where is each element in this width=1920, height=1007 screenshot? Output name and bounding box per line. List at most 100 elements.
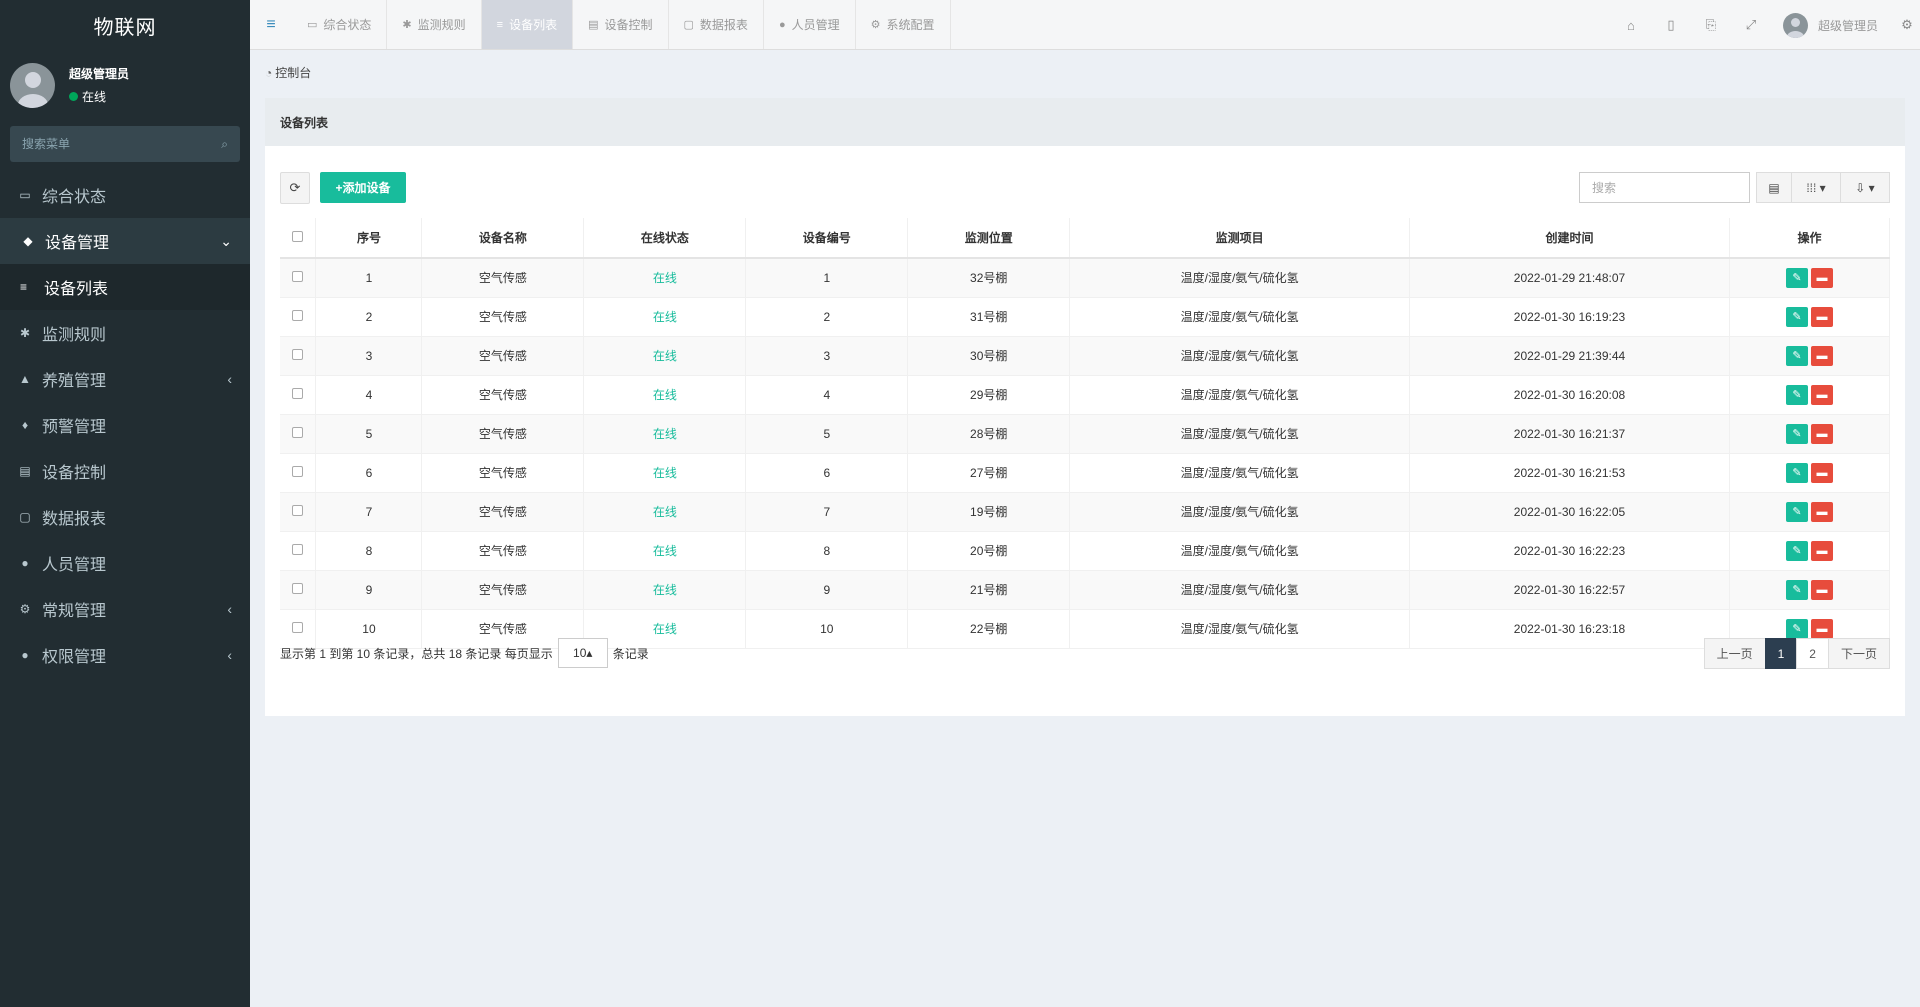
- prev-page-button[interactable]: 上一页: [1703, 638, 1766, 669]
- column-header[interactable]: 设备编号: [745, 218, 909, 259]
- table-search-input[interactable]: [1579, 172, 1750, 203]
- home-icon[interactable]: ⌂: [1611, 18, 1651, 33]
- row-checkbox[interactable]: [292, 582, 304, 594]
- row-select-cell: [280, 453, 317, 493]
- row-select-cell: [280, 297, 317, 337]
- cogs-icon[interactable]: ⚙: [1894, 17, 1920, 33]
- column-header[interactable]: 设备名称: [421, 218, 585, 259]
- delete-button[interactable]: ▬: [1810, 540, 1833, 561]
- column-header[interactable]: 序号: [315, 218, 423, 259]
- edit-button[interactable]: ✎: [1785, 306, 1808, 327]
- tab-6[interactable]: ⚙ 系统配置: [856, 0, 951, 49]
- sidebar-item-6[interactable]: ▤ 设备控制: [0, 448, 250, 494]
- add-device-button[interactable]: +添加设备: [320, 172, 406, 203]
- delete-button[interactable]: ▬: [1810, 579, 1833, 600]
- row-actions: ✎ ▬: [1729, 453, 1891, 493]
- top-user-menu[interactable]: 超级管理员: [1771, 12, 1894, 38]
- row-checkbox[interactable]: [292, 504, 304, 516]
- trash-icon: ▬: [1816, 349, 1828, 362]
- edit-button[interactable]: ✎: [1785, 345, 1808, 366]
- table-cell: 7: [745, 492, 909, 532]
- sidebar-item-label: 养殖管理: [42, 373, 107, 390]
- edit-button[interactable]: ✎: [1785, 579, 1808, 600]
- sidebar-item-10[interactable]: ● 权限管理 ‹: [0, 632, 250, 678]
- row-actions: ✎ ▬: [1729, 414, 1891, 454]
- top-avatar: [1782, 12, 1808, 38]
- trash-icon[interactable]: ▯: [1651, 17, 1691, 33]
- edit-button[interactable]: ✎: [1785, 540, 1808, 561]
- column-header[interactable]: 监测项目: [1069, 218, 1411, 259]
- page-button-1[interactable]: 1: [1764, 638, 1798, 669]
- edit-button[interactable]: ✎: [1785, 501, 1808, 522]
- delete-button[interactable]: ▬: [1810, 618, 1833, 639]
- sidebar-item-9[interactable]: ⚙ 常规管理 ‹: [0, 586, 250, 632]
- next-page-button[interactable]: 下一页: [1827, 638, 1890, 669]
- edit-button[interactable]: ✎: [1785, 384, 1808, 405]
- row-select-cell: [280, 258, 317, 298]
- toggle-view-button[interactable]: ▤: [1756, 172, 1792, 203]
- tab-1[interactable]: ✱ 监测规则: [387, 0, 482, 49]
- edit-button[interactable]: ✎: [1785, 462, 1808, 483]
- delete-button[interactable]: ▬: [1810, 462, 1833, 483]
- table-cell: 10: [745, 609, 909, 649]
- column-header[interactable]: 创建时间: [1409, 218, 1730, 259]
- row-checkbox[interactable]: [292, 309, 304, 321]
- row-checkbox[interactable]: [292, 621, 304, 633]
- tab-5[interactable]: ● 人员管理: [764, 0, 856, 49]
- column-header[interactable]: 在线状态: [583, 218, 747, 259]
- select-all-checkbox[interactable]: [292, 230, 304, 242]
- bell-icon: ♦: [21, 418, 29, 432]
- search-icon[interactable]: ⌕: [221, 137, 228, 152]
- delete-button[interactable]: ▬: [1810, 423, 1833, 444]
- table-cell: 5: [745, 414, 909, 454]
- sidebar-item-3[interactable]: ✱ 监测规则: [0, 310, 250, 356]
- fullscreen-icon[interactable]: ⤢: [1731, 17, 1771, 33]
- tab-3[interactable]: ▤ 设备控制: [573, 0, 669, 49]
- refresh-button[interactable]: ⟳: [280, 172, 310, 204]
- sidebar-item-4[interactable]: ▲ 养殖管理 ‹: [0, 356, 250, 402]
- row-checkbox[interactable]: [292, 270, 304, 282]
- sidebar-item-0[interactable]: ▭ 综合状态: [0, 172, 250, 218]
- menu-search-input[interactable]: [22, 137, 202, 151]
- delete-button[interactable]: ▬: [1810, 501, 1833, 522]
- delete-button[interactable]: ▬: [1810, 267, 1833, 288]
- delete-button[interactable]: ▬: [1810, 345, 1833, 366]
- edit-button[interactable]: ✎: [1785, 423, 1808, 444]
- top-navbar: ≡ ▭ 综合状态 ✱ 监测规则 ≡ 设备列表 ▤ 设备控制 ▢ 数据报表 ● 人员管理 ⚙ 系统配置 ⌂ …: [250, 0, 1920, 50]
- row-checkbox[interactable]: [292, 348, 304, 360]
- app-logo[interactable]: 物联网: [0, 0, 250, 50]
- page-size-select[interactable]: 10▴: [557, 638, 608, 668]
- file-chart-icon: ▢: [683, 19, 694, 31]
- tab-0[interactable]: ▭ 综合状态: [292, 0, 388, 49]
- sidebar-item-2[interactable]: ≡ 设备列表: [0, 264, 250, 310]
- list-icon: ≡: [496, 18, 504, 31]
- table-cell: 在线: [583, 531, 747, 571]
- export-button[interactable]: ⇩ ▾: [1840, 172, 1890, 203]
- tab-2[interactable]: ≡ 设备列表: [481, 0, 574, 49]
- table-cell: 空气传感: [421, 531, 585, 571]
- user-icon: ●: [778, 18, 786, 31]
- row-checkbox[interactable]: [292, 387, 304, 399]
- breadcrumb-label[interactable]: 控制台: [275, 66, 311, 80]
- row-checkbox[interactable]: [292, 543, 304, 555]
- edit-button[interactable]: ✎: [1785, 618, 1808, 639]
- table-cell: 空气传感: [421, 258, 585, 298]
- delete-button[interactable]: ▬: [1810, 306, 1833, 327]
- sidebar-toggle-icon[interactable]: ≡: [250, 0, 292, 49]
- table-cell: 2022-01-30 16:20:08: [1409, 375, 1730, 415]
- sidebar: 物联网 超级管理员 在线 ⌕ ▭ 综合状态 ◆ 设备管理 ⌄ ≡ 设备列表 ✱ 监测规则 ▲ 养殖管…: [0, 0, 250, 1007]
- row-checkbox[interactable]: [292, 426, 304, 438]
- delete-button[interactable]: ▬: [1810, 384, 1833, 405]
- tab-4[interactable]: ▢ 数据报表: [669, 0, 764, 49]
- edit-button[interactable]: ✎: [1785, 267, 1808, 288]
- sidebar-item-7[interactable]: ▢ 数据报表: [0, 494, 250, 540]
- row-checkbox[interactable]: [292, 465, 304, 477]
- sidebar-item-8[interactable]: ● 人员管理: [0, 540, 250, 586]
- page-button-2[interactable]: 2: [1796, 638, 1829, 669]
- column-header[interactable]: 监测位置: [907, 218, 1071, 259]
- sidebar-item-5[interactable]: ♦ 预警管理: [0, 402, 250, 448]
- language-icon[interactable]: ⎘: [1691, 17, 1731, 33]
- columns-button[interactable]: ⁞⁞⁞ ▾: [1791, 172, 1841, 203]
- sidebar-item-1[interactable]: ◆ 设备管理 ⌄: [0, 218, 250, 264]
- cogs-icon: ⚙: [19, 602, 31, 616]
